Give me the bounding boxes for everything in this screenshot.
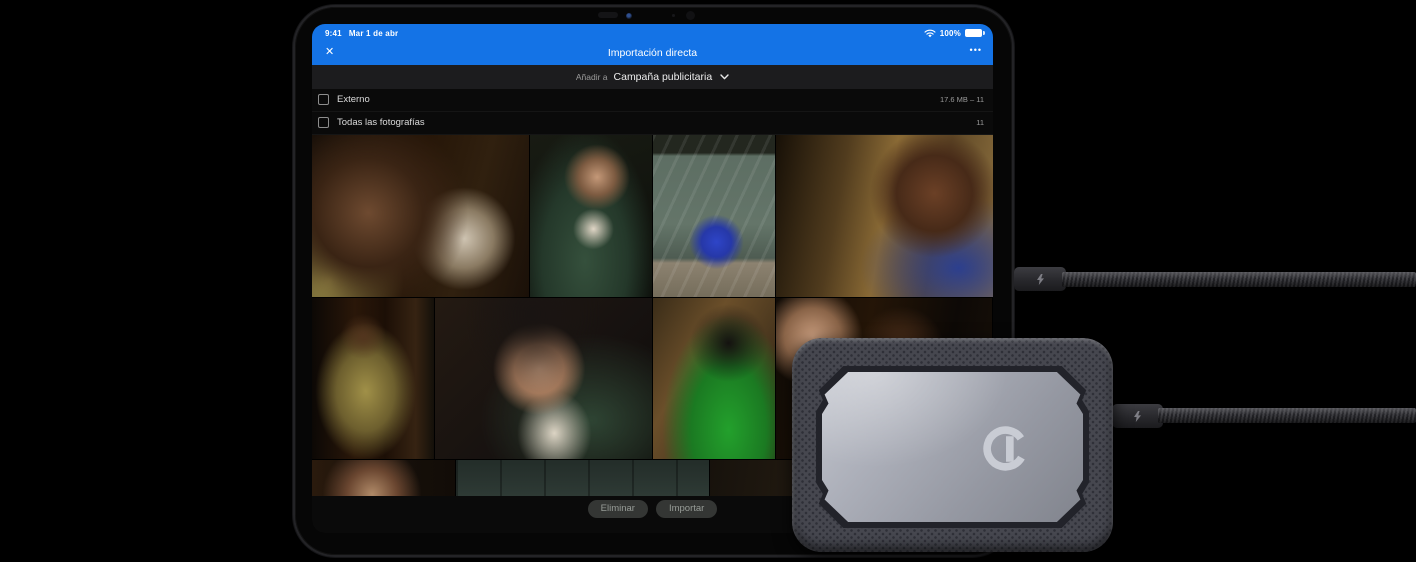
status-time: 9:41 <box>325 28 342 38</box>
photo-thumbnail-r2c1[interactable] <box>312 297 434 460</box>
photo-thumbnail-r2c2[interactable] <box>435 297 652 460</box>
g-drive-logo-icon <box>983 426 1028 471</box>
album-selector-value[interactable]: Campaña publicitaria <box>614 71 713 83</box>
source-label: Externo <box>337 94 370 106</box>
braided-cable-bottom <box>1158 408 1416 423</box>
photo-thumbnail-r1c1[interactable] <box>312 134 529 297</box>
scene: 9:41 Mar 1 de abr 100% ✕ Importación dir… <box>0 0 1416 562</box>
close-icon[interactable]: ✕ <box>325 44 334 61</box>
import-button[interactable]: Importar <box>655 500 718 518</box>
add-to-label: Añadir a <box>575 71 608 82</box>
front-camera-pill <box>598 12 618 18</box>
external-ssd-drive <box>792 338 1113 552</box>
status-bar: 9:41 Mar 1 de abr 100% <box>312 24 993 41</box>
thunderbolt-icon <box>1036 273 1044 285</box>
photo-thumbnail-r1c2[interactable] <box>530 134 652 297</box>
add-to-bar[interactable]: Añadir a Campaña publicitaria <box>312 64 993 89</box>
braided-cable-top <box>1062 272 1416 287</box>
source-row-externo[interactable]: Externo 17.6 MB – 11 <box>312 88 993 112</box>
checkbox-todas[interactable] <box>318 117 329 129</box>
app-header: ✕ Importación directa ••• <box>312 40 993 65</box>
bezel-sensor-dot <box>672 14 675 17</box>
battery-percent: 100% <box>939 28 961 38</box>
usb-c-connector-bottom <box>1112 404 1163 428</box>
status-date: Mar 1 de abr <box>348 28 399 38</box>
page-title: Importación directa <box>607 46 698 59</box>
checkbox-externo[interactable] <box>318 94 329 106</box>
photo-thumbnail-r3c1[interactable] <box>312 460 455 497</box>
battery-icon <box>965 29 985 38</box>
source-meta: 17.6 MB – 11 <box>939 95 984 105</box>
photo-thumbnail-r1c3[interactable] <box>653 134 775 297</box>
chevron-down-icon <box>720 74 729 80</box>
photo-thumbnail-r2c3[interactable] <box>653 297 775 460</box>
source-label: Todas las fotografías <box>337 117 425 129</box>
delete-button[interactable]: Eliminar <box>587 500 648 518</box>
source-row-todas[interactable]: Todas las fotografías 11 <box>312 111 993 135</box>
thunderbolt-icon <box>1134 410 1141 422</box>
photo-thumbnail-r3c2[interactable] <box>456 460 709 497</box>
usb-c-connector-top <box>1014 267 1066 291</box>
front-camera-lens-icon <box>626 13 632 19</box>
bezel-camera-dot <box>686 11 695 20</box>
photo-thumbnail-r1c4[interactable] <box>776 134 993 297</box>
more-options-icon[interactable]: ••• <box>970 42 982 59</box>
wifi-icon <box>924 29 936 38</box>
source-meta: 11 <box>976 118 984 128</box>
ssd-metal-plate <box>822 372 1083 522</box>
